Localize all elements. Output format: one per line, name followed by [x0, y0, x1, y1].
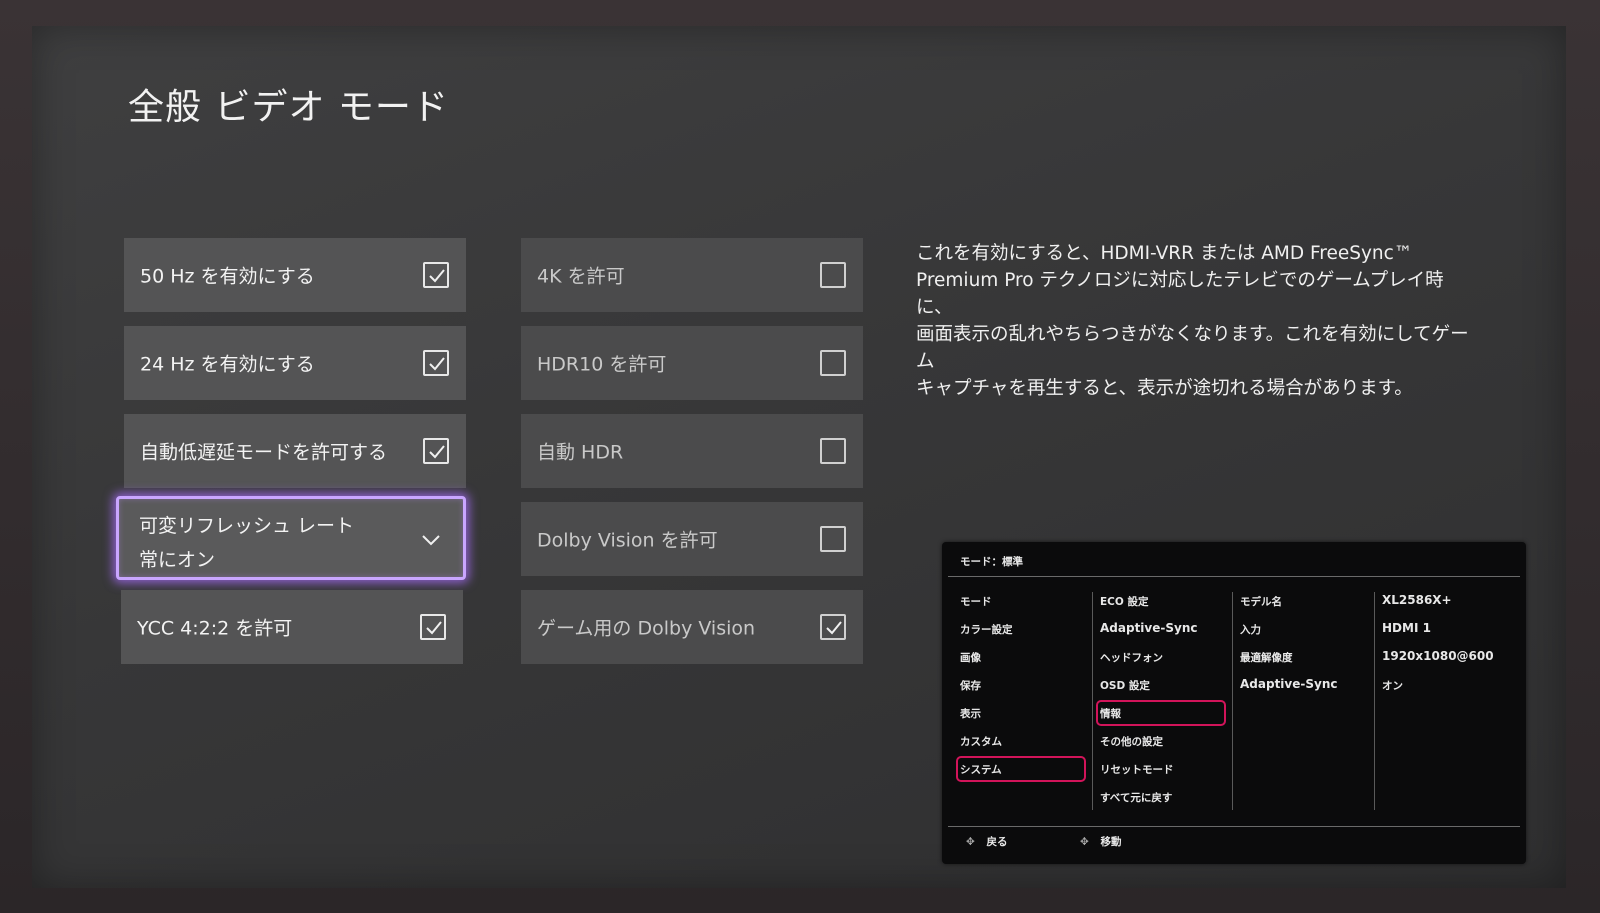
option-ycc422[interactable]: YCC 4:2:2 を許可 [121, 590, 463, 664]
checkbox-4k[interactable] [820, 262, 846, 288]
osd-info-label: Adaptive-Sync [1240, 677, 1338, 691]
osd-menu-item[interactable]: モード [960, 594, 992, 609]
checkbox-hdr10[interactable] [820, 350, 846, 376]
check-icon [429, 357, 445, 371]
osd-submenu-item[interactable]: リセットモード [1100, 762, 1174, 777]
option-24hz-label: 24 Hz を有効にする [140, 353, 315, 376]
option-24hz[interactable]: 24 Hz を有効にする [124, 326, 466, 400]
osd-selection-highlight [1096, 700, 1226, 726]
osd-info-value: XL2586X+ [1382, 593, 1452, 607]
option-dolby-vision[interactable]: Dolby Vision を許可 [521, 502, 863, 576]
option-dolby-vision-label: Dolby Vision を許可 [537, 529, 718, 552]
check-icon [429, 445, 445, 459]
osd-submenu-item[interactable]: すべて元に戻す [1100, 790, 1172, 805]
checkbox-dolby-vision-gaming[interactable] [820, 614, 846, 640]
osd-submenu-item[interactable]: その他の設定 [1100, 734, 1163, 749]
osd-menu-item[interactable]: 画像 [960, 650, 981, 665]
option-auto-hdr-label: 自動 HDR [537, 441, 624, 464]
option-4k[interactable]: 4K を許可 [521, 238, 863, 312]
osd-submenu-item[interactable]: ヘッドフォン [1100, 650, 1163, 665]
dropdown-vrr[interactable]: 可変リフレッシュ レート 常にオン [116, 496, 466, 580]
osd-selection-highlight [956, 756, 1086, 782]
osd-submenu-item[interactable]: Adaptive-Sync [1100, 621, 1197, 635]
description-line: 画面表示の乱れやちらつきがなくなります。これを有効にしてゲーム [916, 324, 1469, 372]
osd-divider [1092, 592, 1093, 810]
description-line: これを有効にすると、HDMI-VRR または AMD FreeSync™ [916, 243, 1413, 264]
checkbox-50hz[interactable] [423, 262, 449, 288]
osd-menu-item[interactable]: カスタム [960, 734, 1002, 749]
option-50hz-label: 50 Hz を有効にする [140, 265, 315, 288]
osd-info-value: 1920x1080@600 [1382, 649, 1494, 663]
checkbox-ycc422[interactable] [420, 614, 446, 640]
checkbox-allm[interactable] [423, 438, 449, 464]
option-description: これを有効にすると、HDMI-VRR または AMD FreeSync™ Pre… [916, 240, 1476, 402]
check-icon [826, 621, 842, 635]
osd-menu-item[interactable]: カラー設定 [960, 622, 1013, 637]
osd-info-label: 入力 [1240, 624, 1261, 636]
option-dolby-vision-gaming[interactable]: ゲーム用の Dolby Vision [521, 590, 863, 664]
option-auto-hdr[interactable]: 自動 HDR [521, 414, 863, 488]
osd-footer-move-label: 移動 [1100, 836, 1122, 848]
osd-menu-item[interactable]: 保存 [960, 678, 981, 693]
dpad-icon: ✥ [1080, 836, 1089, 848]
osd-submenu-item[interactable]: ECO 設定 [1100, 594, 1148, 609]
osd-info-value: HDMI 1 [1382, 621, 1431, 635]
option-allm-label: 自動低遅延モードを許可する [140, 441, 388, 464]
check-icon [426, 621, 442, 635]
option-allm[interactable]: 自動低遅延モードを許可する [124, 414, 466, 488]
osd-menu-item[interactable]: 表示 [960, 706, 981, 721]
dpad-icon: ✥ [966, 836, 975, 848]
osd-info-label: 最適解像度 [1240, 652, 1293, 664]
checkbox-24hz[interactable] [423, 350, 449, 376]
osd-submenu-item[interactable]: OSD 設定 [1100, 678, 1150, 693]
option-4k-label: 4K を許可 [537, 265, 625, 288]
osd-mode-header: モード：標準 [960, 556, 1023, 568]
description-line: キャプチャを再生すると、表示が途切れる場合があります。 [916, 378, 1413, 399]
option-hdr10-label: HDR10 を許可 [537, 353, 667, 376]
tv-screen: 全般 ビデオ モード 50 Hz を有効にする 24 Hz を有効にする 自動低… [32, 26, 1566, 888]
osd-divider [1374, 592, 1375, 810]
checkbox-auto-hdr[interactable] [820, 438, 846, 464]
osd-divider [948, 826, 1520, 827]
check-icon [429, 269, 445, 283]
osd-footer-move: ✥ 移動 [1080, 834, 1121, 849]
description-line: Premium Pro テクノロジに対応したテレビでのゲームプレイ時に、 [916, 270, 1444, 318]
monitor-osd: モード：標準 モード カラー設定 画像 保存 表示 カスタム システム ECO … [942, 542, 1526, 864]
page-title: 全般 ビデオ モード [128, 87, 449, 128]
osd-divider [948, 576, 1520, 577]
osd-info-label: モデル名 [1240, 596, 1282, 608]
chevron-down-icon [421, 531, 441, 550]
checkbox-dolby-vision[interactable] [820, 526, 846, 552]
option-dolby-vision-gaming-label: ゲーム用の Dolby Vision [537, 617, 756, 640]
dropdown-vrr-value: 常にオン [139, 549, 216, 571]
dropdown-vrr-label: 可変リフレッシュ レート [139, 515, 355, 537]
option-hdr10[interactable]: HDR10 を許可 [521, 326, 863, 400]
option-ycc422-label: YCC 4:2:2 を許可 [137, 617, 293, 640]
osd-info-value: オン [1382, 680, 1403, 692]
osd-footer-back: ✥ 戻る [966, 834, 1007, 849]
osd-divider [1232, 592, 1233, 810]
osd-footer-back-label: 戻る [986, 836, 1008, 848]
option-50hz[interactable]: 50 Hz を有効にする [124, 238, 466, 312]
